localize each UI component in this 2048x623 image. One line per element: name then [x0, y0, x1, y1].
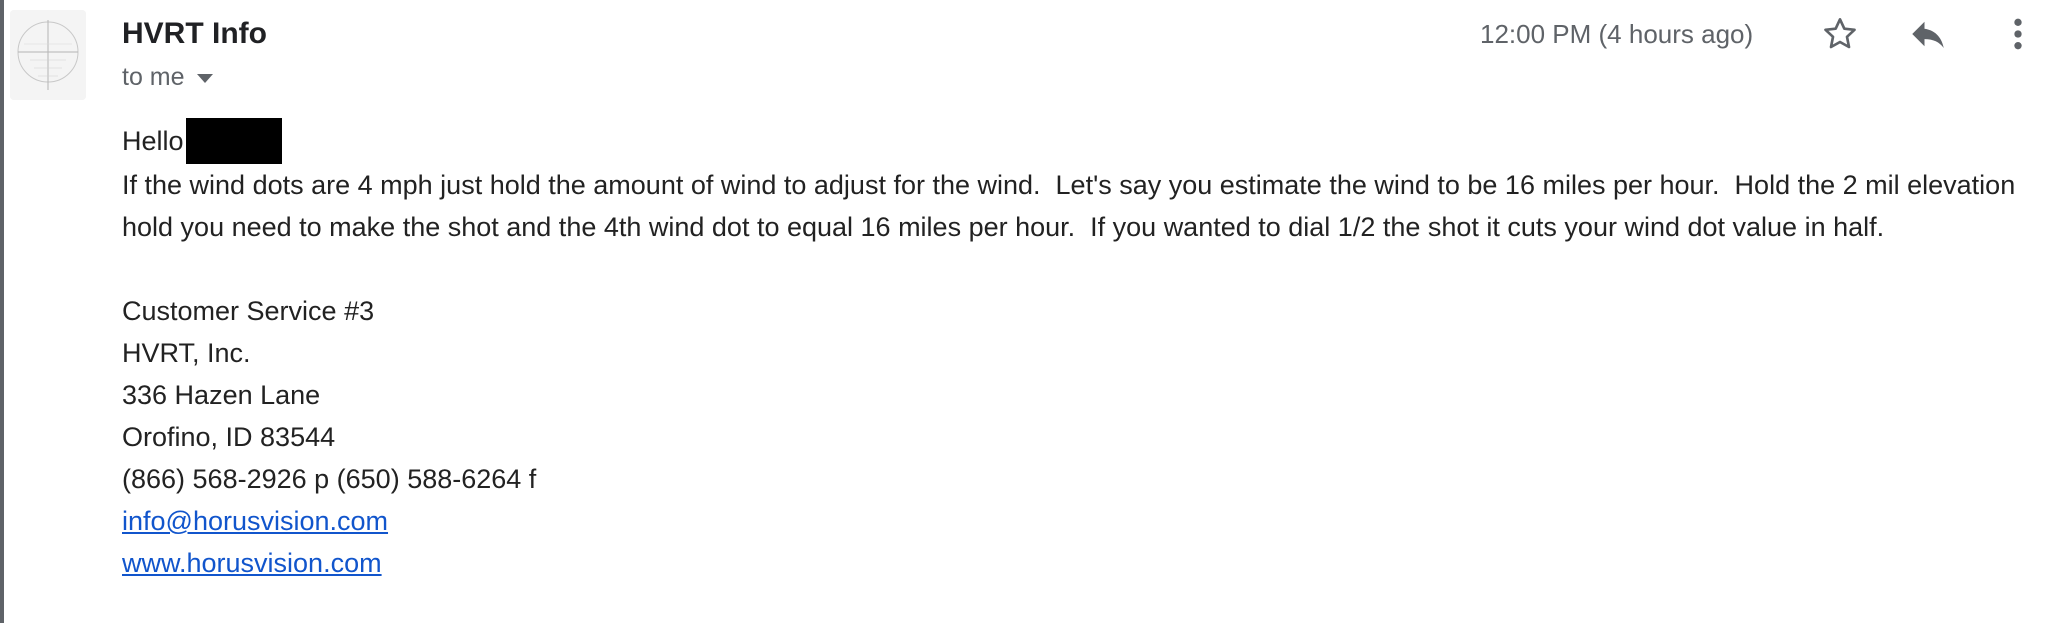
message-body: Hello If the wind dots are 4 mph just ho… — [122, 118, 2042, 584]
sender-name[interactable]: HVRT Info — [122, 14, 267, 54]
signature-line-5: (866) 568-2926 p (650) 588-6264 f — [122, 464, 537, 494]
more-options-button[interactable] — [1990, 8, 2046, 60]
signature-line-2: HVRT, Inc. — [122, 338, 251, 368]
signature-email-row: info@horusvision.com — [122, 500, 2042, 542]
more-vertical-icon — [2014, 18, 2022, 50]
reply-icon — [1912, 21, 1944, 48]
signature-line-3: 336 Hazen Lane — [122, 380, 321, 410]
message-paragraph: If the wind dots are 4 mph just hold the… — [122, 170, 2023, 242]
greeting-text: Hello — [122, 126, 184, 156]
signature-line-4: Orofino, ID 83544 — [122, 422, 336, 452]
signature-line-1: Customer Service #3 — [122, 296, 375, 326]
signature-web-row: www.horusvision.com — [122, 542, 2042, 584]
recipient-label: to me — [122, 63, 185, 91]
caret-down-icon[interactable] — [196, 73, 213, 83]
sender-avatar[interactable] — [10, 10, 86, 100]
star-button[interactable] — [1812, 8, 1868, 60]
reticle-avatar-image — [10, 10, 86, 100]
reply-button[interactable] — [1900, 8, 1956, 60]
message-timestamp: 12:00 PM (4 hours ago) — [1480, 19, 1754, 49]
signature-email-link[interactable]: info@horusvision.com — [122, 506, 388, 536]
redacted-name-block — [185, 118, 282, 164]
star-icon — [1824, 18, 1856, 49]
window-edge — [0, 0, 4, 623]
signature-web-link[interactable]: www.horusvision.com — [122, 548, 382, 578]
greeting-line: Hello — [122, 118, 2042, 164]
recipient-details-toggle[interactable]: to me — [122, 60, 213, 94]
